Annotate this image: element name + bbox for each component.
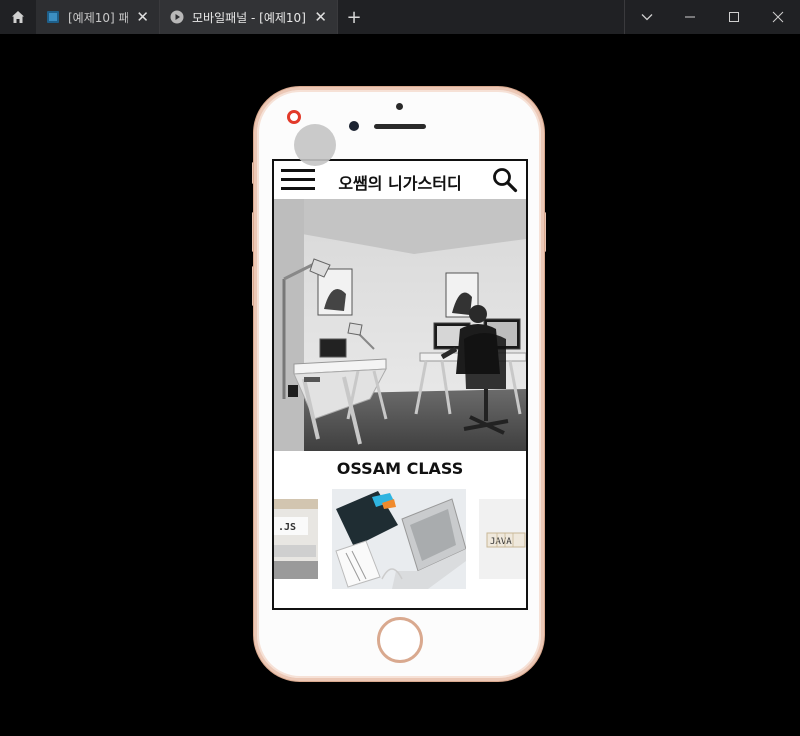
phone-top-sensor [396, 103, 403, 110]
close-icon [772, 11, 784, 23]
search-icon[interactable] [492, 167, 518, 193]
chevron-down-icon [641, 14, 652, 21]
home-icon [12, 11, 24, 23]
tab-mobile-panel[interactable]: 모바일패널 - [예제10] 패널 ✕ [160, 0, 338, 34]
carousel-caption-js: .JS [278, 522, 296, 533]
hero-office-image [274, 199, 526, 451]
close-icon[interactable]: ✕ [314, 9, 327, 25]
app-title: 오쌤의 니가스터디 [338, 174, 462, 193]
minimize-icon [685, 16, 695, 18]
phone-speaker [374, 124, 426, 129]
maximize-button[interactable] [712, 0, 756, 34]
tab-example10-panel[interactable]: [예제10] 패널 ✕ [36, 0, 160, 34]
record-indicator-icon [287, 110, 301, 124]
phone-mockup: 오쌤의 니가스터디 OSSAM CLASS .JS JAVA [254, 87, 544, 681]
maximize-icon [729, 12, 739, 22]
carousel-slide-js[interactable]: .JS [274, 499, 318, 579]
phone-home-button[interactable] [377, 617, 423, 663]
browser-tab-bar: [예제10] 패널 ✕ 모바일패널 - [예제10] 패널 ✕ + [0, 0, 800, 34]
app-header: 오쌤의 니가스터디 [274, 161, 526, 199]
home-button[interactable] [0, 0, 36, 34]
section-title: OSSAM CLASS [336, 459, 464, 478]
phone-screen: 오쌤의 니가스터디 OSSAM CLASS .JS JAVA [272, 159, 528, 610]
carousel-slide-java[interactable]: JAVA [479, 499, 526, 579]
tab-list-button[interactable] [624, 0, 668, 34]
play-icon [170, 10, 184, 24]
tabbar-spacer [370, 0, 624, 34]
document-icon [47, 11, 59, 23]
window-close-button[interactable] [756, 0, 800, 34]
carousel-caption-java: JAVA [490, 537, 512, 547]
close-icon[interactable]: ✕ [136, 9, 149, 25]
tab-label: [예제10] 패널 [68, 10, 129, 25]
minimize-button[interactable] [668, 0, 712, 34]
front-camera-icon [349, 121, 359, 131]
touch-indicator [294, 124, 336, 166]
carousel-slide-laptop[interactable] [332, 489, 466, 589]
tab-label: 모바일패널 - [예제10] 패널 [192, 10, 306, 25]
hamburger-menu-icon[interactable] [281, 169, 315, 191]
new-tab-button[interactable]: + [338, 0, 370, 34]
